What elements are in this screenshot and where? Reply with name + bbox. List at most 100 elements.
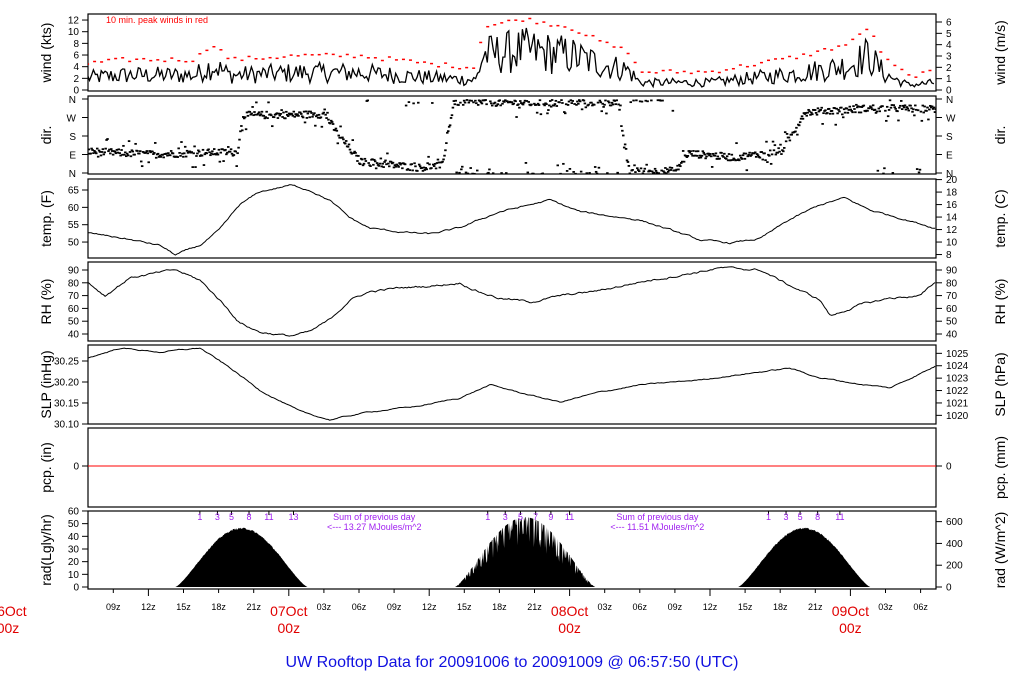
dir-point [912, 108, 915, 111]
dir-point [794, 130, 797, 133]
dir-point [739, 154, 742, 157]
dir-point [580, 108, 584, 111]
dir-point [278, 114, 282, 117]
dir-point [459, 101, 462, 104]
dir-point [620, 125, 623, 127]
x-tick-label: 12z [703, 602, 718, 612]
dir-point [783, 147, 786, 149]
dir-point [240, 125, 243, 127]
dir-point [618, 108, 621, 111]
dir-point [913, 114, 916, 117]
rad-hour-label: 1 [197, 512, 202, 522]
dir-point [518, 106, 521, 109]
dir-point [411, 169, 414, 172]
dir-point [909, 104, 912, 107]
dir-point [537, 104, 541, 106]
dir-point [129, 155, 133, 158]
dir-point [770, 153, 774, 156]
dir-point [555, 105, 559, 107]
dir-point [461, 165, 464, 168]
dir-point [773, 144, 777, 147]
dir-tick-label-left: S [69, 132, 76, 143]
dir-point [118, 152, 121, 155]
dir-point [725, 155, 729, 158]
dir-point [470, 99, 473, 102]
dir-point [596, 101, 600, 104]
x-tick-label: 06z [913, 602, 928, 612]
dir-point [222, 160, 225, 162]
dir-point [873, 108, 877, 111]
dir-point [919, 110, 923, 113]
dir-point [545, 103, 548, 106]
dir-point [782, 150, 785, 153]
dir-point [146, 152, 150, 155]
dir-point [280, 109, 283, 111]
dir-point [716, 155, 720, 158]
x-tick-label: 09z [387, 602, 402, 612]
dir-tick-label-left: N [69, 95, 76, 106]
y-axis-title-right-rad: rad (W/m^2) [992, 512, 1008, 589]
dir-point [535, 111, 539, 114]
dir-point [107, 150, 110, 153]
dir-point [374, 167, 378, 170]
y-axis-title-left-rh: RH (%) [38, 279, 54, 325]
dir-point [381, 162, 384, 165]
dir-point [458, 171, 461, 174]
dir-point [369, 165, 372, 167]
dir-point [366, 99, 369, 102]
dir-point [841, 113, 844, 116]
dir-point [787, 136, 791, 139]
x-tick-label: 12z [141, 602, 156, 612]
dir-point [772, 149, 776, 152]
day-label-date: 08Oct [551, 603, 588, 619]
dir-point [96, 155, 100, 158]
dir-point [756, 154, 760, 157]
dir-point [583, 102, 587, 105]
dir-point [822, 112, 825, 115]
dir-point [386, 152, 389, 155]
rad-hour-label: 9 [548, 512, 553, 522]
dir-point [745, 169, 749, 172]
dir-point [180, 141, 183, 143]
dir-point [191, 166, 194, 168]
dir-point [320, 125, 324, 128]
dir-point [147, 161, 150, 164]
dir-point [184, 155, 188, 158]
dir-point [903, 104, 907, 107]
dir-point [679, 165, 682, 168]
dir-tick-label-left: E [69, 151, 76, 162]
dir-point [378, 162, 382, 165]
dir-point [602, 105, 605, 108]
dir-point [436, 158, 440, 161]
dir-point [312, 113, 315, 116]
dir-point [490, 102, 493, 105]
dir-point [276, 117, 280, 119]
dir-point [499, 104, 502, 107]
dir-point [485, 103, 488, 106]
dir-point [297, 114, 300, 117]
dir-point [519, 100, 522, 102]
dir-point [89, 152, 92, 155]
x-tick-label: 09z [668, 602, 683, 612]
dir-point [888, 99, 892, 102]
dir-point [805, 114, 808, 117]
dir-point [916, 109, 920, 112]
dir-point [769, 162, 773, 165]
rh-tick-label-right: 40 [946, 330, 958, 341]
dir-point [701, 150, 705, 153]
dir-point [896, 110, 899, 113]
slp-tick-label-right: 1025 [946, 349, 969, 360]
dir-point [627, 164, 631, 167]
day-label-date: 09Oct [832, 603, 869, 619]
dir-point [622, 134, 625, 137]
x-tick-label: 21z [808, 602, 823, 612]
dir-point [243, 116, 247, 119]
dir-point [162, 156, 165, 159]
dir-point [290, 113, 294, 115]
y-axis-title-right-dir: dir. [992, 126, 1008, 145]
dir-point [875, 110, 879, 113]
dir-point [785, 133, 789, 135]
rad-tick-label-left: 60 [68, 506, 80, 517]
dir-point [117, 148, 121, 151]
dir-point [344, 142, 347, 145]
